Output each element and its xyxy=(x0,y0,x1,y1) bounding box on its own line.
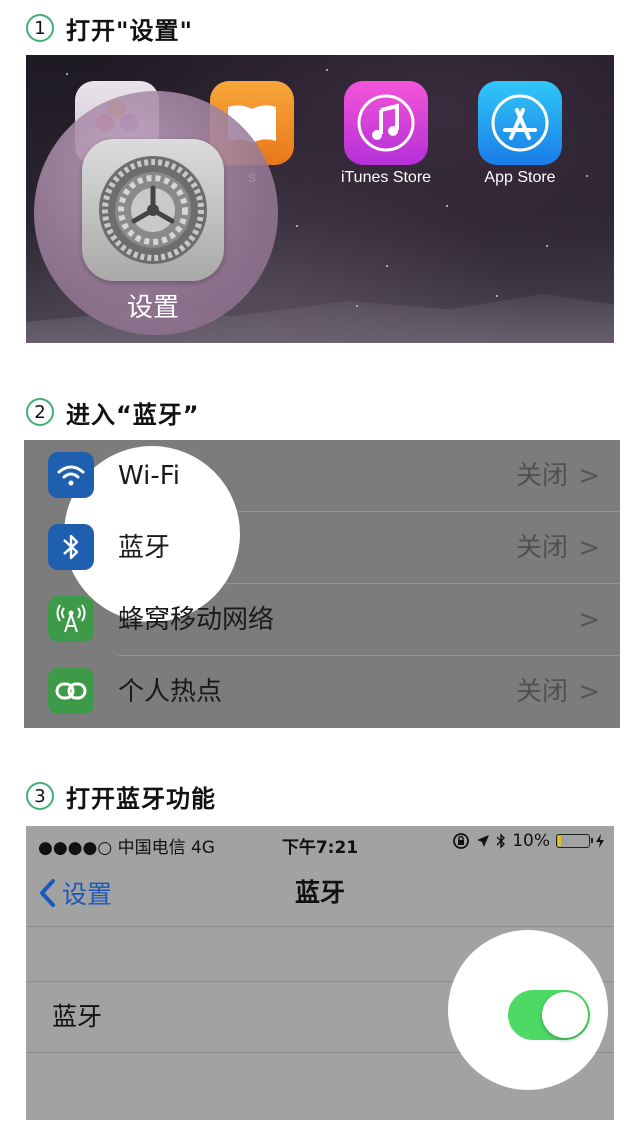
settings-row-value: 关闭 xyxy=(515,533,568,563)
toggle-knob xyxy=(542,992,588,1038)
settings-row-value: 关闭 xyxy=(515,461,568,491)
chevron-right-icon: > xyxy=(578,461,600,491)
itunes-store-label: iTunes Store xyxy=(340,169,432,186)
settings-row-label: 个人热点 xyxy=(118,677,223,707)
settings-row-label: 蜂窝移动网络 xyxy=(118,605,275,635)
bluetooth-page-panel: ●●●●○ 中国电信 4G 下午7:21 10% 设置 蓝牙 蓝牙 xyxy=(26,826,614,1120)
settings-row-cellular[interactable]: 蜂窝移动网络 > xyxy=(24,584,620,656)
step-3-heading: 3 打开蓝牙功能 xyxy=(26,776,216,816)
step-title: 进入“蓝牙” xyxy=(66,400,200,429)
cellular-icon xyxy=(48,596,94,642)
step-number: 3 xyxy=(26,782,54,810)
battery-icon xyxy=(556,834,593,848)
page-title: 蓝牙 xyxy=(294,878,345,907)
hotspot-icon xyxy=(48,668,94,714)
chevron-right-icon: > xyxy=(578,605,600,635)
itunes-store-icon[interactable] xyxy=(344,81,428,165)
status-bar: ●●●●○ 中国电信 4G 下午7:21 10% xyxy=(26,826,614,860)
step-1-heading: 1 打开"设置" xyxy=(26,8,193,48)
step-number: 2 xyxy=(26,398,54,426)
bluetooth-status-icon xyxy=(496,833,506,849)
step-number: 1 xyxy=(26,14,54,42)
bluetooth-row-label: 蓝牙 xyxy=(52,1002,103,1031)
settings-row-bluetooth[interactable]: 蓝牙 关闭 > xyxy=(24,512,620,584)
bluetooth-icon xyxy=(48,524,94,570)
nav-bar: 设置 蓝牙 xyxy=(26,860,614,927)
location-arrow-icon xyxy=(477,835,490,847)
settings-app-label: 设置 xyxy=(126,293,179,323)
chevron-right-icon: > xyxy=(578,677,600,707)
step-title: 打开"设置" xyxy=(66,16,194,45)
wifi-icon xyxy=(48,452,94,498)
step-title: 打开蓝牙功能 xyxy=(66,784,216,813)
status-right-group: 10% xyxy=(452,831,604,851)
settings-row-label: Wi-Fi xyxy=(118,461,181,491)
settings-row-value: 关闭 xyxy=(515,677,568,707)
step-2-heading: 2 进入“蓝牙” xyxy=(26,392,200,432)
settings-row-hotspot[interactable]: 个人热点 关闭 > xyxy=(24,656,620,728)
bluetooth-toggle-switch[interactable] xyxy=(508,990,590,1040)
battery-percent: 10% xyxy=(512,831,550,851)
app-store-label: App Store xyxy=(484,169,556,186)
settings-list-panel: Wi-Fi 关闭 > 蓝牙 关闭 > 蜂窝移动网络 > 个人热点 关闭 > xyxy=(24,440,620,728)
chevron-right-icon: > xyxy=(578,533,600,563)
settings-row-label: 蓝牙 xyxy=(118,533,171,563)
rotation-lock-icon xyxy=(453,833,470,849)
app-store-icon[interactable] xyxy=(478,81,562,165)
home-screen-panel: s iTunes Store App Store xyxy=(26,55,614,343)
settings-row-wifi[interactable]: Wi-Fi 关闭 > xyxy=(24,440,620,512)
settings-gear-icon[interactable] xyxy=(82,139,224,281)
charging-bolt-icon xyxy=(596,834,604,848)
